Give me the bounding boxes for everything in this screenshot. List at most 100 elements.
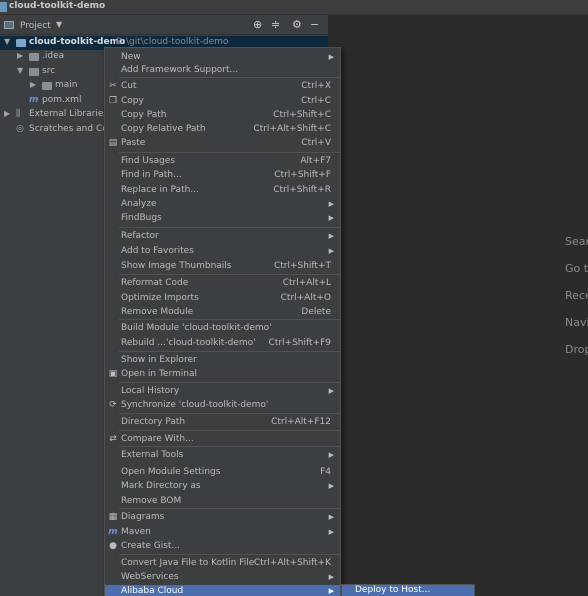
- menu-item-analyze[interactable]: Analyze ▶: [105, 198, 340, 212]
- menu-item-copy-path[interactable]: Copy Path Ctrl+Shift+C: [105, 109, 340, 123]
- menu-item-convert-java-file-to-kotlin-file[interactable]: Convert Java File to Kotlin File Ctrl+Alt…: [105, 557, 340, 571]
- gear-icon[interactable]: ⚙: [292, 19, 302, 31]
- expand-arrow-icon[interactable]: ▶: [30, 80, 36, 89]
- menu-item-label: Alibaba Cloud: [121, 586, 184, 596]
- menu-item-show-in-explorer[interactable]: Show in Explorer: [105, 354, 340, 368]
- locate-icon[interactable]: ⊕: [253, 19, 262, 31]
- menu-item-label: Remove BOM: [121, 496, 182, 506]
- collapse-all-icon[interactable]: ≑: [271, 19, 280, 31]
- menu-item-label: Reformat Code: [121, 278, 189, 288]
- menu-item-label: Open Module Settings: [121, 467, 221, 477]
- menu-item-label: Open in Terminal: [121, 369, 197, 379]
- menu-item-label: Analyze: [121, 199, 157, 209]
- menu-item-label: Build Module 'cloud-toolkit-demo': [121, 323, 272, 333]
- menu-item-copy-relative-path[interactable]: Copy Relative Path Ctrl+Alt+Shift+C: [105, 123, 340, 137]
- menu-item-copy[interactable]: ❐ Copy Ctrl+C: [105, 95, 340, 109]
- menu-item-synchronize-cloud-toolkit-demo[interactable]: ⟳ Synchronize 'cloud-toolkit-demo': [105, 399, 340, 413]
- menu-item-compare-with[interactable]: ⇄ Compare With...: [105, 433, 340, 447]
- project-view-icon: [4, 21, 14, 29]
- menu-separator: [119, 382, 340, 383]
- menu-item-shortcut: F4: [320, 467, 331, 477]
- folder-icon: [42, 82, 52, 90]
- menu-item-label: Copy Relative Path: [121, 124, 206, 134]
- menu-item-optimize-imports[interactable]: Optimize Imports Ctrl+Alt+O: [105, 292, 340, 306]
- menu-item-label: Convert Java File to Kotlin File: [121, 558, 255, 568]
- menu-item-label: Copy Path: [121, 110, 167, 120]
- menu-item-replace-in-path[interactable]: Replace in Path... Ctrl+Shift+R: [105, 184, 340, 198]
- menu-item-shortcut: Ctrl+Shift+R: [273, 185, 331, 195]
- github-icon: ●: [109, 541, 117, 551]
- menu-item-label: Compare With...: [121, 434, 194, 444]
- menu-item-open-in-terminal[interactable]: ▣ Open in Terminal: [105, 368, 340, 382]
- menu-item-label: Paste: [121, 138, 146, 148]
- menu-item-new[interactable]: New ▶: [105, 51, 340, 65]
- menu-item-cut[interactable]: ✂ Cut Ctrl+X: [105, 80, 340, 94]
- menu-item-directory-path[interactable]: Directory Path Ctrl+Alt+F12: [105, 416, 340, 430]
- menu-item-label: Add to Favorites: [121, 246, 194, 256]
- menu-item-remove-module[interactable]: Remove Module Delete: [105, 306, 340, 320]
- menu-item-show-image-thumbnails[interactable]: Show Image Thumbnails Ctrl+Shift+T: [105, 260, 340, 274]
- expand-arrow-icon[interactable]: ▶: [17, 51, 23, 60]
- menu-item-label: Find in Path...: [121, 170, 182, 180]
- menu-item-label: FindBugs: [121, 213, 162, 223]
- hint-search: Sear: [565, 235, 588, 248]
- tree-label: Scratches and Con: [29, 124, 114, 134]
- menu-item-remove-bom[interactable]: Remove BOM: [105, 495, 340, 509]
- menu-item-findbugs[interactable]: FindBugs ▶: [105, 212, 340, 226]
- menu-item-shortcut: Ctrl+C: [301, 96, 331, 106]
- menu-item-deploy-to-host[interactable]: Deploy to Host...: [342, 585, 474, 596]
- context-menu: New ▶ Add Framework Support... ✂ Cut Ctrl+X ❐ C…: [104, 47, 341, 596]
- project-name: cloud-toolkit-demo: [29, 37, 126, 47]
- menu-item-label: Show in Explorer: [121, 355, 197, 365]
- hide-panel-icon[interactable]: −: [310, 19, 319, 31]
- menu-item-rebuild-cloud-toolkit-demo[interactable]: Rebuild ...'cloud-toolkit-demo' Ctrl+Shif…: [105, 337, 340, 351]
- alibaba-cloud-submenu: Deploy to Host...: [341, 584, 475, 596]
- menu-item-shortcut: Ctrl+Shift+T: [273, 261, 331, 271]
- expand-arrow-icon[interactable]: ▼: [4, 37, 10, 46]
- app-icon: [0, 2, 7, 12]
- menu-item-maven[interactable]: m Maven ▶: [105, 526, 340, 540]
- project-panel-header: Project ▼ ⊕ ≑ ⚙ −: [0, 17, 328, 35]
- menu-item-open-module-settings[interactable]: Open Module Settings F4: [105, 466, 340, 480]
- expand-arrow-icon[interactable]: ▼: [17, 66, 23, 75]
- menu-item-add-framework-support[interactable]: Add Framework Support...: [105, 64, 340, 78]
- menu-item-webservices[interactable]: WebServices ▶: [105, 571, 340, 585]
- menu-item-shortcut: Alt+F7: [300, 156, 331, 166]
- title-bar: cloud-toolkit-demo: [0, 0, 588, 15]
- copy-icon: ❐: [108, 96, 118, 106]
- menu-item-label: Directory Path: [121, 417, 186, 427]
- menu-item-paste[interactable]: ▤ Paste Ctrl+V: [105, 137, 340, 151]
- menu-item-find-usages[interactable]: Find Usages Alt+F7: [105, 155, 340, 169]
- submenu-arrow-icon: ▶: [328, 587, 334, 595]
- menu-item-local-history[interactable]: Local History ▶: [105, 385, 340, 399]
- menu-item-label: Find Usages: [121, 156, 176, 166]
- menu-item-mark-directory-as[interactable]: Mark Directory as ▶: [105, 480, 340, 494]
- submenu-arrow-icon: ▶: [328, 232, 334, 240]
- chevron-down-icon[interactable]: ▼: [56, 20, 62, 29]
- hint-recent: Rece: [565, 289, 588, 302]
- menu-item-add-to-favorites[interactable]: Add to Favorites ▶: [105, 245, 340, 259]
- diagram-icon: ▦: [108, 512, 118, 522]
- menu-item-label: Refactor: [121, 231, 159, 241]
- menu-item-external-tools[interactable]: External Tools ▶: [105, 449, 340, 463]
- menu-item-find-in-path[interactable]: Find in Path... Ctrl+Shift+F: [105, 169, 340, 183]
- menu-item-refactor[interactable]: Refactor ▶: [105, 230, 340, 244]
- menu-item-diagrams[interactable]: ▦ Diagrams ▶: [105, 511, 340, 525]
- menu-item-build-module-cloud-toolkit-demo[interactable]: Build Module 'cloud-toolkit-demo': [105, 322, 340, 336]
- menu-item-label: Maven: [121, 527, 151, 537]
- menu-item-reformat-code[interactable]: Reformat Code Ctrl+Alt+L: [105, 277, 340, 291]
- menu-item-shortcut: Ctrl+X: [301, 81, 331, 91]
- menu-item-create-gist[interactable]: ● Create Gist...: [105, 540, 340, 554]
- folder-icon: [29, 68, 39, 76]
- project-view-title[interactable]: Project: [20, 21, 51, 31]
- hint-navigation: Navi: [565, 316, 588, 329]
- tree-label: main: [55, 80, 78, 90]
- menu-item-alibaba-cloud[interactable]: Alibaba Cloud ▶: [105, 585, 340, 596]
- menu-separator: [119, 430, 340, 431]
- expand-arrow-icon[interactable]: ▶: [4, 109, 10, 118]
- maven-icon: m: [108, 527, 118, 537]
- libraries-icon: ⫼: [16, 109, 21, 119]
- menu-item-label: Add Framework Support...: [121, 65, 239, 75]
- menu-separator: [119, 413, 340, 414]
- submenu-arrow-icon: ▶: [328, 528, 334, 536]
